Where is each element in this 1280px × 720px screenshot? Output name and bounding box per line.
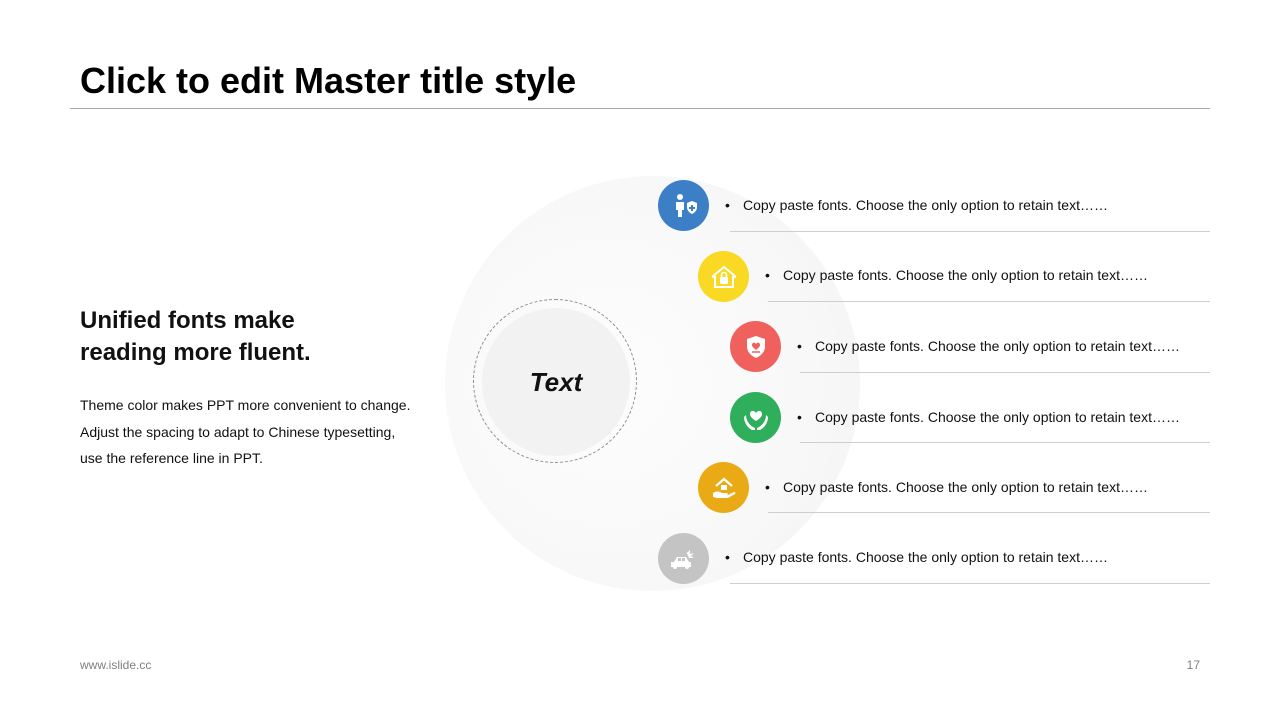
item-text[interactable]: • Copy paste fonts. Choose the only optio… <box>765 267 1148 283</box>
item-label: Copy paste fonts. Choose the only option… <box>783 479 1148 495</box>
body-line: Adjust the spacing to adapt to Chinese t… <box>80 423 396 440</box>
hub-label: Text <box>529 366 583 397</box>
item-divider <box>800 372 1210 373</box>
item-icon-circle[interactable] <box>730 392 781 443</box>
bullet: • <box>797 338 802 354</box>
item-icon-circle[interactable] <box>658 533 709 584</box>
person-shield-icon <box>675 193 697 217</box>
bullet: • <box>765 267 770 283</box>
item-icon-circle[interactable] <box>698 462 749 513</box>
bullet: • <box>725 549 730 565</box>
slide-title[interactable]: Click to edit Master title style <box>80 60 576 102</box>
item-divider <box>800 442 1210 443</box>
item-label: Copy paste fonts. Choose the only option… <box>815 338 1180 354</box>
house-lock-icon <box>711 265 736 288</box>
item-divider <box>730 583 1210 584</box>
body-line: use the reference line in PPT. <box>80 450 263 466</box>
bullet: • <box>765 479 770 495</box>
bullet: • <box>797 409 802 425</box>
item-text[interactable]: • Copy paste fonts. Choose the only optio… <box>797 409 1180 425</box>
item-divider <box>730 231 1210 232</box>
heart-shield-icon <box>746 335 765 358</box>
item-label: Copy paste fonts. Choose the only option… <box>815 409 1180 425</box>
hub-circle[interactable]: Text <box>482 308 630 456</box>
heading-line: Unified fonts make <box>80 307 295 334</box>
title-divider <box>70 108 1210 109</box>
car-crash-icon <box>670 548 694 569</box>
item-text[interactable]: • Copy paste fonts. Choose the only optio… <box>725 197 1108 213</box>
item-icon-circle[interactable] <box>698 251 749 302</box>
page-number: 17 <box>1186 658 1200 672</box>
item-text[interactable]: • Copy paste fonts. Choose the only optio… <box>765 479 1148 495</box>
heading-line: reading more fluent. <box>80 339 311 366</box>
item-text[interactable]: • Copy paste fonts. Choose the only optio… <box>725 549 1108 565</box>
item-label: Copy paste fonts. Choose the only option… <box>743 549 1108 565</box>
left-heading[interactable]: Unified fonts make reading more fluent. <box>80 305 420 369</box>
item-icon-circle[interactable] <box>730 321 781 372</box>
body-line: Theme color makes PPT more convenient to… <box>80 397 411 413</box>
house-hand-icon <box>712 477 735 498</box>
left-body-text[interactable]: Theme color makes PPT more convenient to… <box>80 392 450 472</box>
item-text[interactable]: • Copy paste fonts. Choose the only optio… <box>797 338 1180 354</box>
footer-website[interactable]: www.islide.cc <box>80 658 151 672</box>
item-divider <box>768 512 1210 513</box>
item-label: Copy paste fonts. Choose the only option… <box>743 197 1108 213</box>
heart-hands-icon <box>743 410 768 430</box>
item-divider <box>768 301 1210 302</box>
item-icon-circle[interactable] <box>658 180 709 231</box>
bullet: • <box>725 197 730 213</box>
item-label: Copy paste fonts. Choose the only option… <box>783 267 1148 283</box>
slide: Click to edit Master title style Unified… <box>0 0 1280 720</box>
